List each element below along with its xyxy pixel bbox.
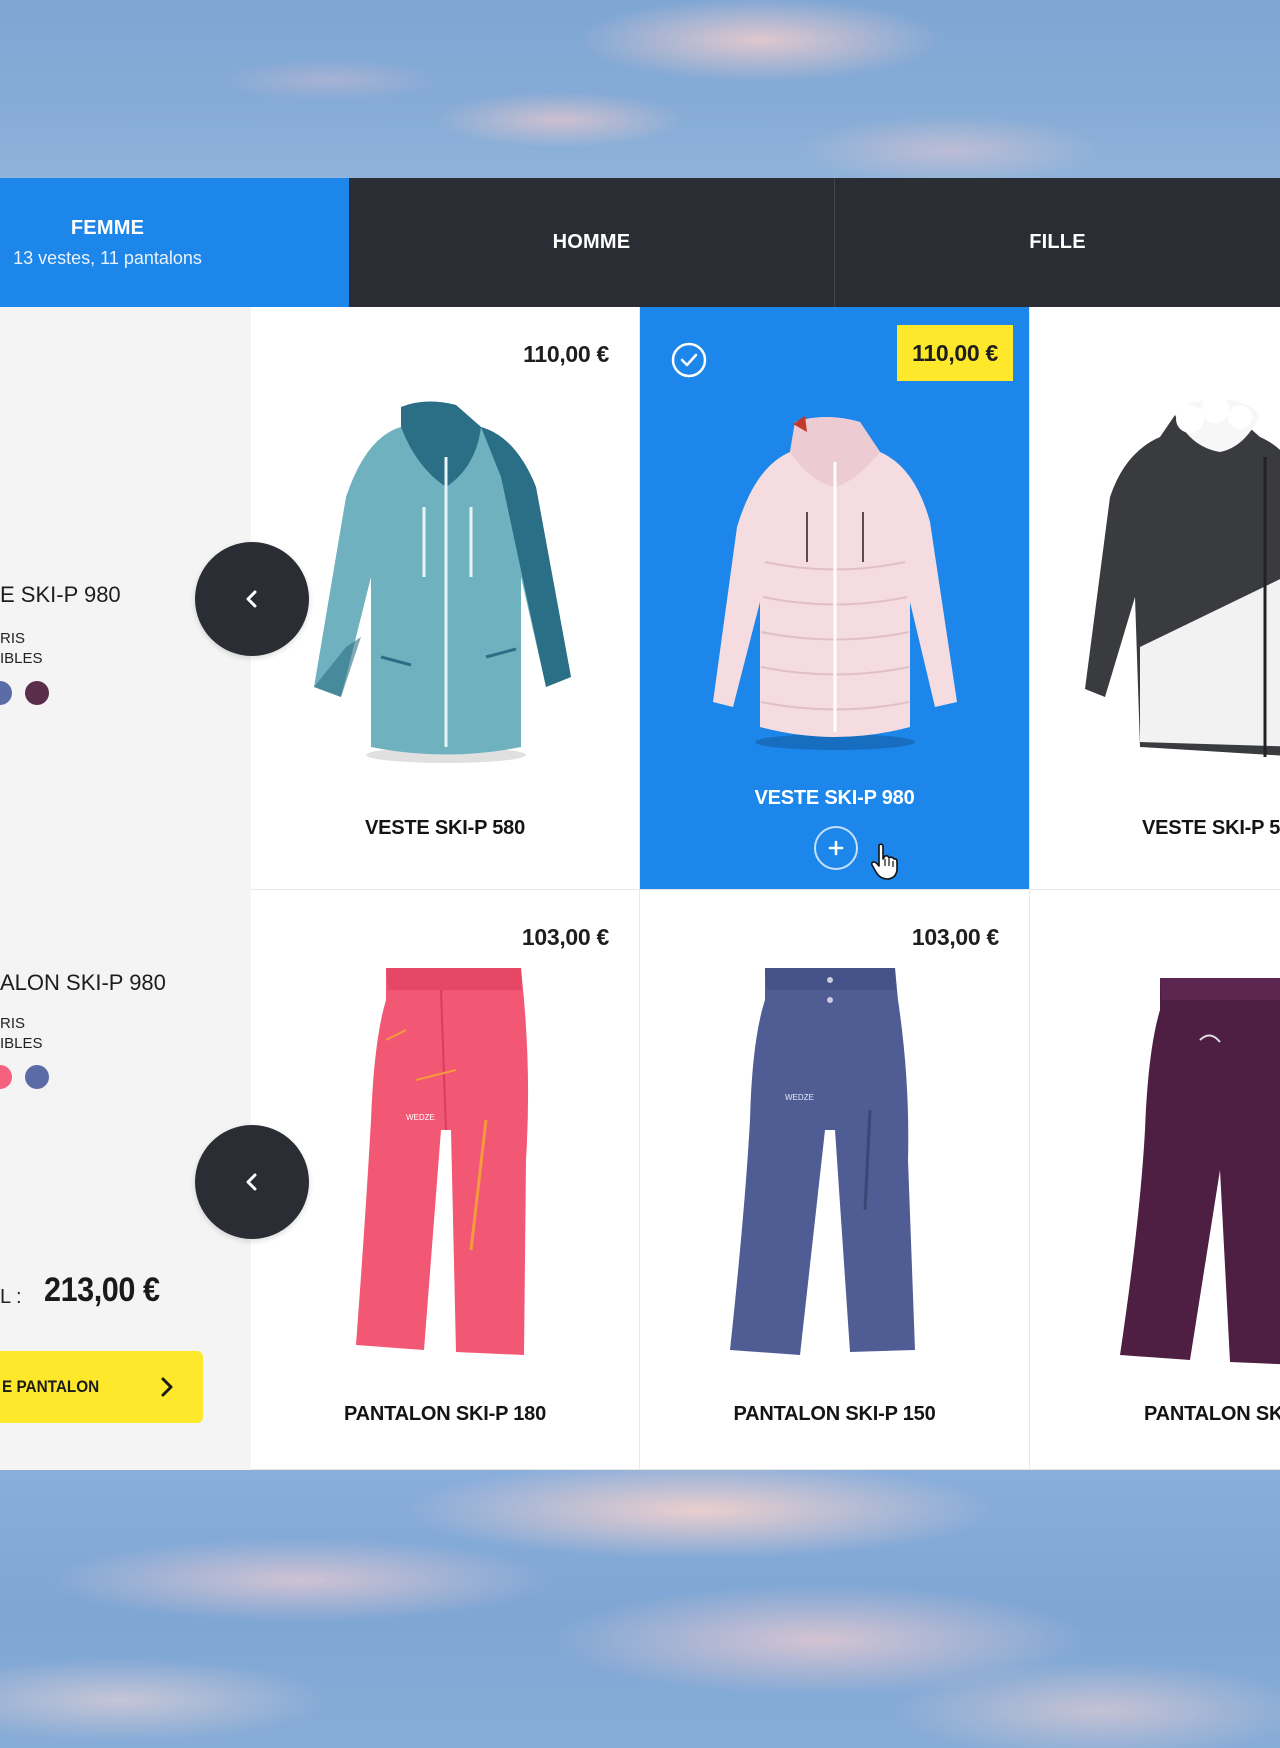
tab-femme-label: FEMME [70, 216, 145, 239]
pants-navy-image: WEDZE [730, 968, 915, 1355]
product-name: PANTALON SKI-P [1144, 1403, 1280, 1425]
product-price: 103,00 € [521, 924, 609, 950]
add-to-outfit-button[interactable] [814, 826, 858, 870]
tab-fille-label: FILLE [1029, 231, 1086, 253]
choose-pants-button[interactable]: E PANTALON [0, 1351, 203, 1423]
tab-homme[interactable]: HOMME [349, 178, 835, 307]
pants-color-swatch[interactable] [25, 1065, 49, 1089]
summary-pants-colors-label: RIS IBLES [0, 1015, 43, 1052]
product-card-jacket-selected[interactable]: 110,00 € VESTE SKI-P 980 [640, 307, 1030, 890]
product-price-tag: 110,00 € [897, 325, 1013, 381]
tab-femme[interactable]: FEMME 13 vestes, 11 pantalons [0, 178, 349, 307]
product-card-jacket[interactable]: VESTE SKI-P 5 [1030, 307, 1280, 890]
product-price: 110,00 € [523, 341, 609, 367]
product-card-pants[interactable]: PANTALON SKI-P [1030, 890, 1280, 1470]
snow-background-top [0, 0, 1280, 178]
jackets-prev-arrow[interactable] [195, 542, 309, 656]
outfit-summary-panel: E SKI-P 980 RIS IBLES ALON SKI-P 980 RIS… [0, 307, 251, 1470]
jacket-color-swatch[interactable] [0, 681, 12, 705]
chevron-right-icon [161, 1377, 173, 1397]
summary-jacket-name: E SKI-P 980 [0, 582, 121, 607]
product-name: VESTE SKI-P 980 [754, 787, 915, 809]
tab-homme-label: HOMME [552, 231, 631, 253]
product-card-pants[interactable]: 103,00 € WEDZE PANTALON SKI-P 150 [640, 890, 1030, 1470]
total-price: 213,00 € [44, 1271, 160, 1309]
tab-fille[interactable]: FILLE [835, 178, 1280, 307]
svg-text:WEDZE: WEDZE [785, 1093, 814, 1102]
product-card-jacket[interactable]: 110,00 € VESTE SKI-P 580 [251, 307, 640, 890]
jacket-teal-image [314, 401, 571, 763]
choose-pants-label: E PANTALON [2, 1377, 100, 1396]
jacket-color-swatch[interactable] [25, 681, 49, 705]
pants-color-swatch[interactable] [0, 1065, 12, 1089]
snow-background-bottom [0, 1470, 1280, 1748]
chevron-left-icon [246, 590, 257, 608]
check-circle-icon[interactable] [671, 342, 707, 378]
pants-plum-image [1120, 978, 1280, 1365]
product-card-pants[interactable]: 103,00 € WEDZE PANTALON SKI-P 180 [251, 890, 640, 1470]
pants-pink-image: WEDZE [356, 968, 529, 1355]
total-label: L : [0, 1286, 22, 1308]
svg-text:WEDZE: WEDZE [406, 1113, 435, 1122]
summary-pants-name: ALON SKI-P 980 [0, 970, 166, 995]
summary-jacket-colors-label: RIS IBLES [0, 630, 43, 667]
pants-prev-arrow[interactable] [195, 1125, 309, 1239]
jacket-pink-image [713, 416, 957, 750]
product-name: PANTALON SKI-P 150 [733, 1403, 936, 1425]
hand-cursor-icon [870, 843, 898, 880]
plus-icon [828, 840, 844, 856]
product-price: 103,00 € [911, 924, 999, 950]
product-name: PANTALON SKI-P 180 [344, 1403, 546, 1425]
chevron-left-icon [246, 1173, 257, 1191]
category-tabs: FEMME 13 vestes, 11 pantalons HOMME FILL… [0, 178, 1280, 307]
product-grid: 110,00 € VESTE SKI-P 580 110,00 € VESTE … [251, 307, 1280, 1470]
product-name: VESTE SKI-P 580 [364, 817, 526, 839]
jacket-black-image [1085, 397, 1280, 757]
product-name: VESTE SKI-P 5 [1142, 817, 1280, 839]
tab-femme-count: 13 vestes, 11 pantalons [13, 247, 202, 268]
